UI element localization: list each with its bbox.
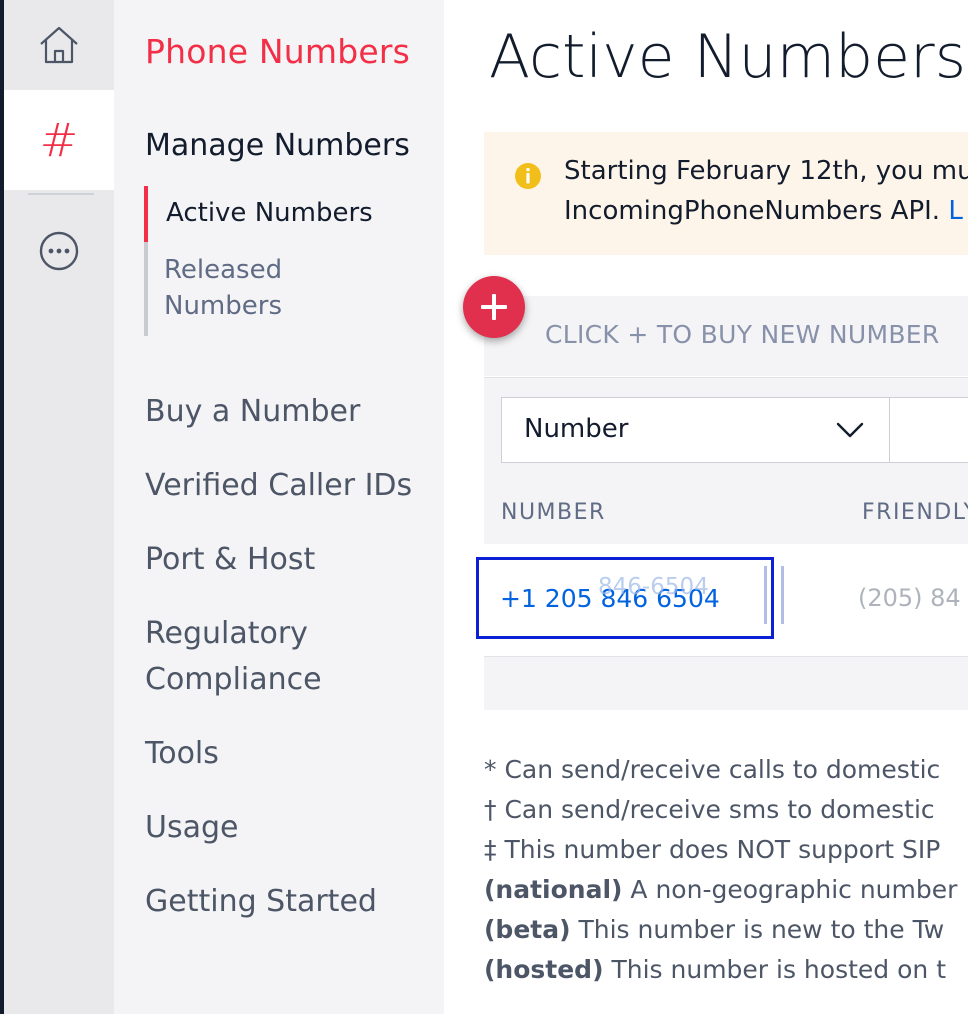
add-number-button[interactable] — [463, 276, 525, 338]
nav-link-port-host[interactable]: Port & Host — [145, 537, 315, 583]
more-icon[interactable] — [4, 220, 114, 282]
filter-select[interactable]: Number — [501, 397, 890, 463]
footnote-text: This number is hosted on t — [611, 955, 946, 984]
rail-divider — [28, 193, 94, 195]
sidebar-nav: Phone Numbers Manage Numbers Active Numb… — [114, 0, 444, 1014]
hash-icon[interactable]: # — [4, 90, 114, 190]
notice-text-line2: IncomingPhoneNumbers API. L — [564, 196, 963, 226]
footnote-tag: (beta) — [484, 915, 571, 944]
notice-banner: Starting February 12th, you mu IncomingP… — [484, 132, 968, 255]
hash-glyph: # — [39, 113, 79, 167]
buy-number-bar[interactable]: CLICK + TO BUY NEW NUMBER — [484, 296, 968, 376]
footnote-text: This number is new to the Tw — [578, 915, 945, 944]
info-icon — [515, 163, 541, 189]
footnote-tag: (hosted) — [484, 955, 604, 984]
buy-number-text: CLICK + TO BUY NEW NUMBER — [545, 320, 940, 349]
column-header-friendly[interactable]: FRIENDLY — [862, 500, 968, 525]
footnote-sms: † Can send/receive sms to domestic — [484, 790, 968, 830]
selection-highlight — [476, 557, 774, 639]
icon-rail: # — [0, 0, 114, 1014]
subnav-item-active-numbers[interactable]: Active Numbers — [144, 186, 434, 242]
footnote-text: This number does NOT support SIP — [504, 835, 941, 864]
nav-link-tools[interactable]: Tools — [145, 731, 219, 777]
filter-select-value: Number — [524, 414, 629, 444]
footnote-text: Can send/receive sms to domestic — [504, 795, 935, 824]
nav-link-getting-started[interactable]: Getting Started — [145, 879, 377, 925]
nav-link-verified-caller-ids[interactable]: Verified Caller IDs — [145, 463, 412, 509]
subnav: Active Numbers Released Numbers — [144, 186, 434, 336]
footnote-text: A non-geographic number — [630, 875, 958, 904]
notice-link[interactable]: L — [948, 196, 963, 226]
subnav-item-released-numbers[interactable]: Released Numbers — [148, 242, 328, 336]
footnotes: * Can send/receive calls to domestic † C… — [484, 750, 968, 990]
filter-input[interactable] — [890, 397, 968, 463]
footnote-hosted: (hosted) This number is hosted on t — [484, 950, 968, 990]
table-row: +1 205 846 6504 846-6504 (205) 84 — [476, 544, 968, 657]
page-title: Active Numbers — [489, 22, 966, 92]
notice-text-line1: Starting February 12th, you mu — [564, 156, 968, 186]
footnote-beta: (beta) This number is new to the Tw — [484, 910, 968, 950]
nav-section-manage-numbers[interactable]: Manage Numbers — [145, 128, 410, 163]
nav-title[interactable]: Phone Numbers — [145, 32, 410, 71]
chevron-down-icon — [836, 422, 864, 438]
footnote-mark: † — [484, 795, 497, 824]
footnote-calls: * Can send/receive calls to domestic — [484, 750, 968, 790]
footnote-tag: (national) — [484, 875, 623, 904]
footnote-mark: ‡ — [484, 835, 497, 864]
column-header-number[interactable]: NUMBER — [501, 500, 606, 525]
footnote-text: Can send/receive calls to domestic — [504, 755, 941, 784]
plus-icon — [481, 294, 507, 320]
nav-link-regulatory-compliance[interactable]: Regulatory Compliance — [145, 611, 345, 703]
footnote-mark: * — [484, 755, 497, 784]
numbers-table: Number NUMBER FRIENDLY +1 205 846 6504 8… — [476, 377, 968, 710]
friendly-name: (205) 84 — [858, 584, 961, 612]
nav-link-usage[interactable]: Usage — [145, 805, 238, 851]
home-icon[interactable] — [4, 0, 114, 90]
main-content: Active Numbers Starting February 12th, y… — [444, 0, 968, 1014]
footnote-sip: ‡ This number does NOT support SIP — [484, 830, 968, 870]
nav-link-buy-a-number[interactable]: Buy a Number — [145, 389, 360, 435]
text-cursor-marker — [764, 566, 784, 624]
notice-text-line2-text: IncomingPhoneNumbers API. — [564, 196, 941, 226]
footnote-national: (national) A non-geographic number — [484, 870, 968, 910]
